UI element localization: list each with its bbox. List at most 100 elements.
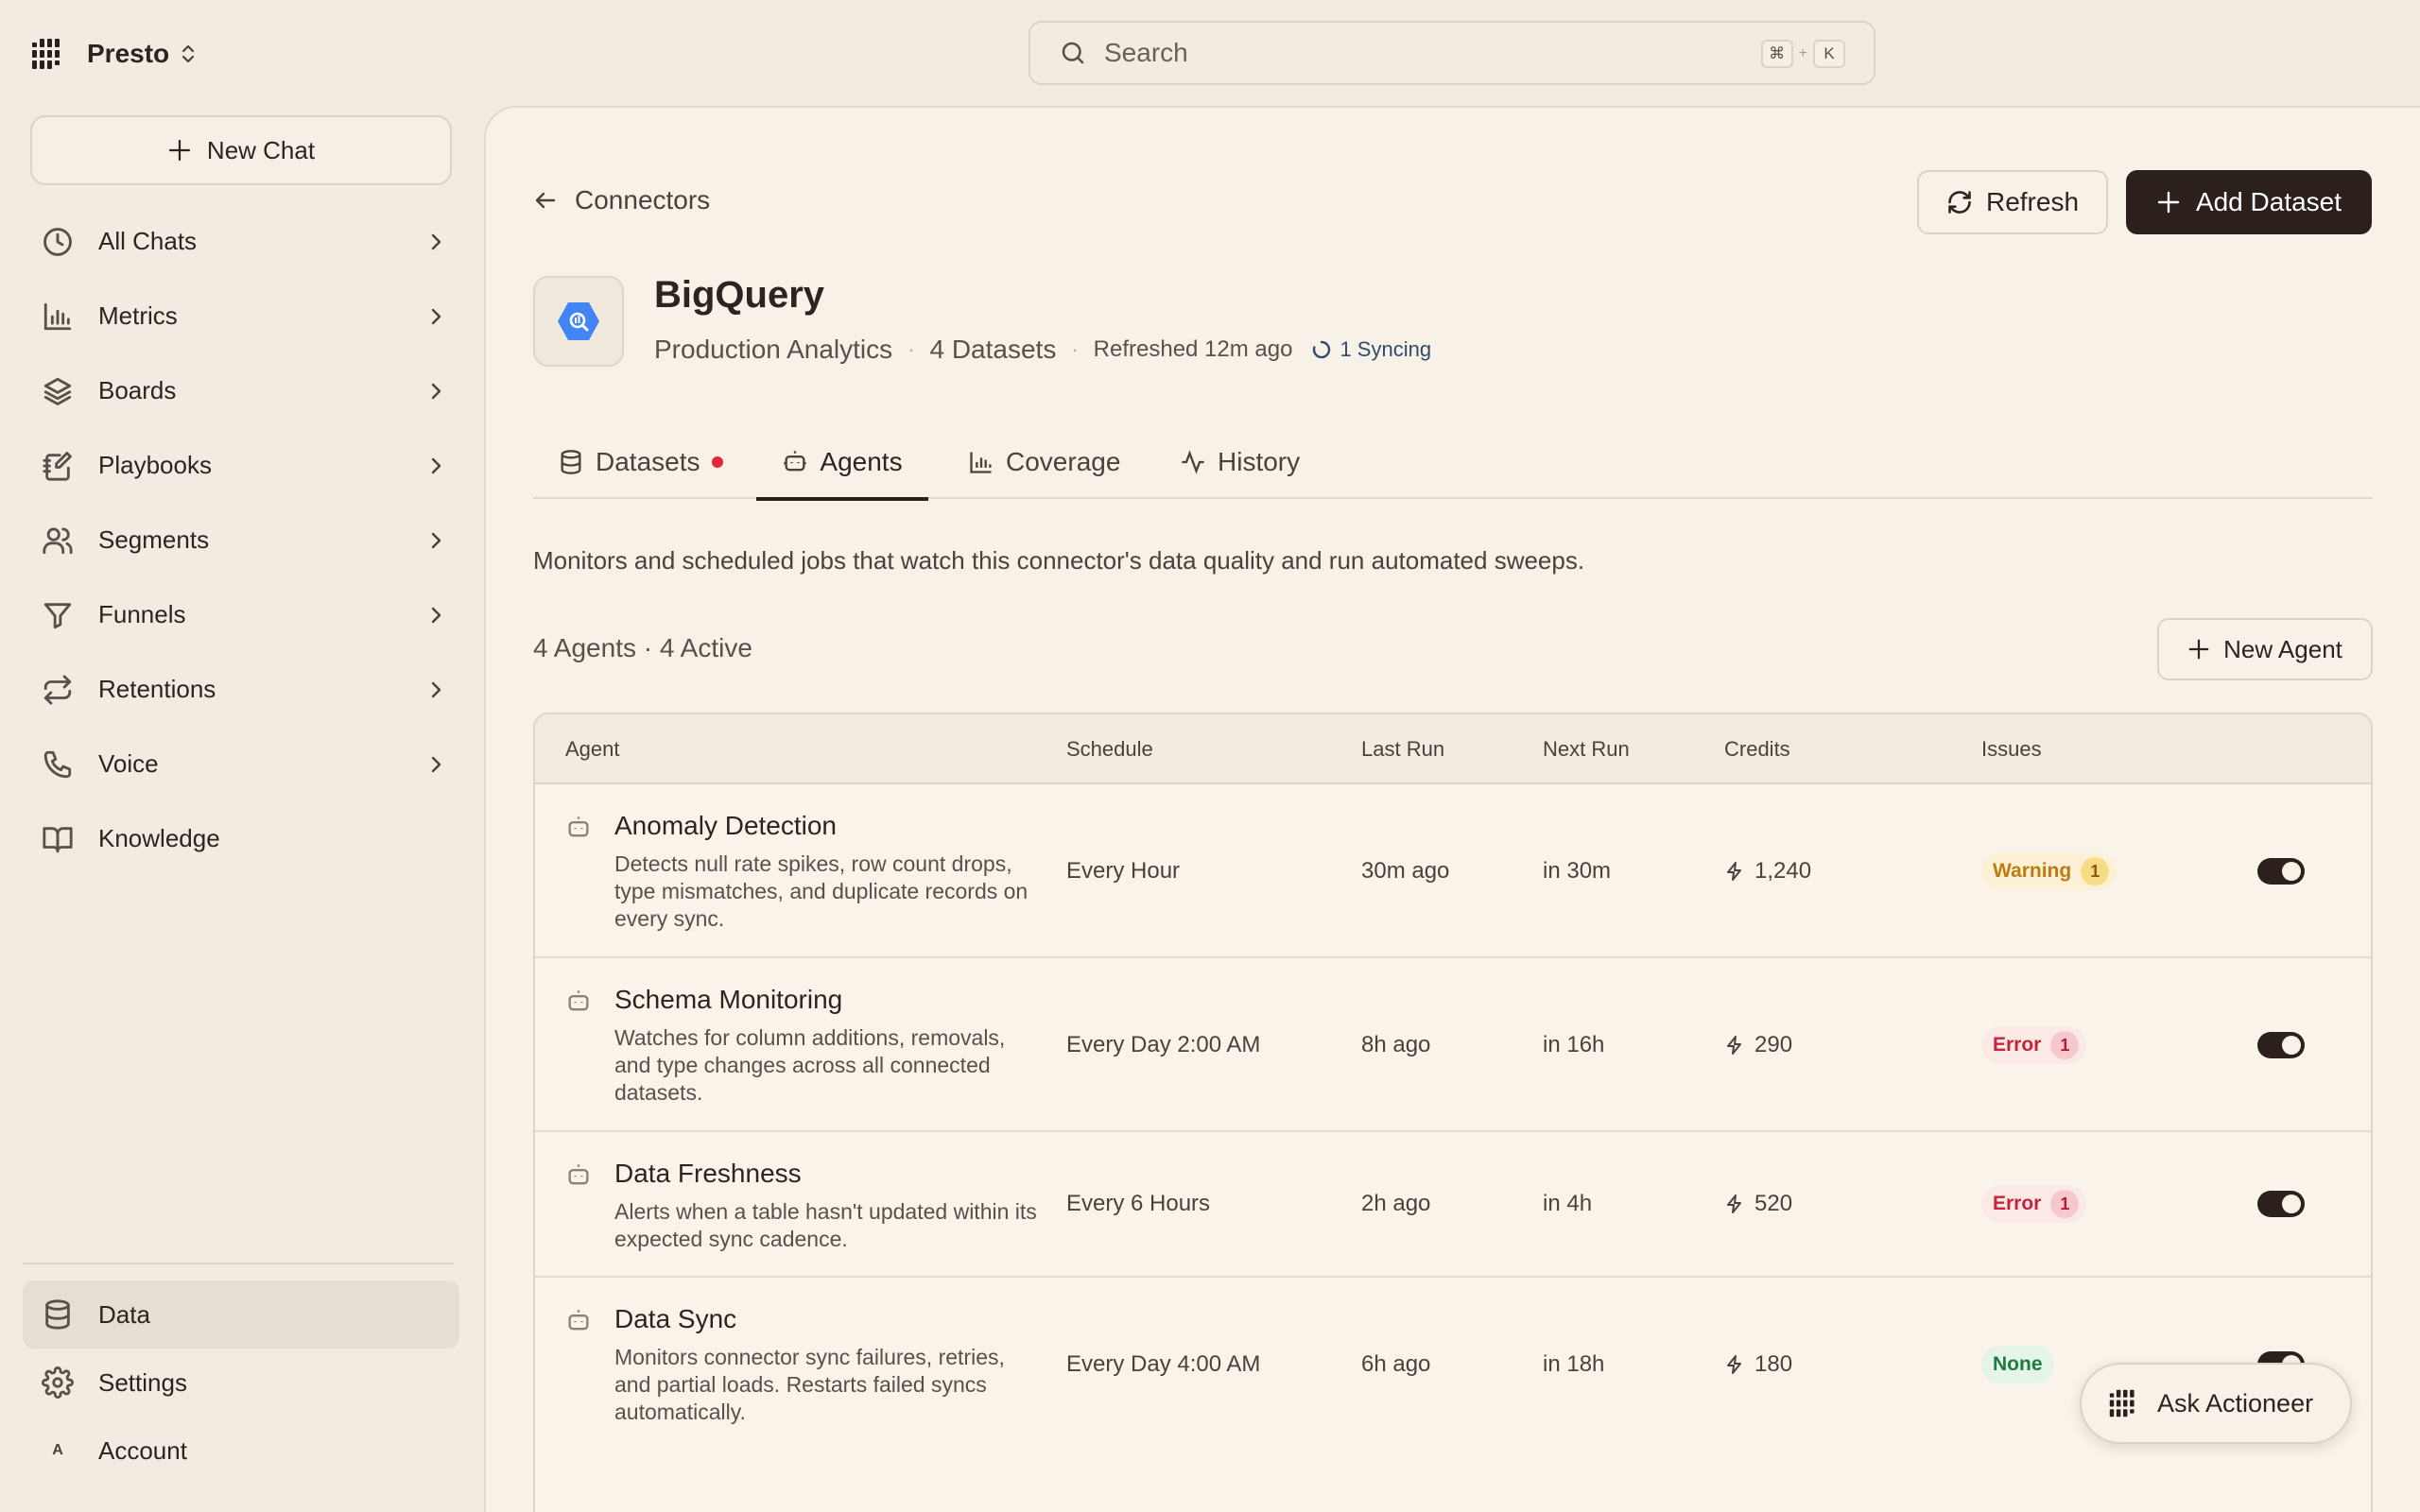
- schedule-cell: Every Day 4:00 AM: [1066, 1351, 1261, 1377]
- sidebar-item-label: Settings: [98, 1367, 187, 1397]
- search-input[interactable]: Search ⌘ + K: [1028, 21, 1876, 85]
- issue-badge[interactable]: Warning 1: [1981, 852, 2118, 890]
- agent-enabled-toggle[interactable]: [2257, 858, 2305, 885]
- next-run-cell: in 30m: [1543, 858, 1612, 884]
- clock-icon: [43, 227, 72, 256]
- table-row[interactable]: Data Freshness Alerts when a table hasn'…: [535, 1132, 2371, 1278]
- last-run-cell: 2h ago: [1361, 1191, 1431, 1216]
- separator-dot: ·: [908, 337, 915, 361]
- connector-meta: Production Analytics · 4 Datasets · Refr…: [654, 335, 1431, 365]
- activity-icon: [1182, 450, 1204, 474]
- agents-count: 4 Agents · 4 Active: [533, 633, 752, 662]
- new-agent-label: New Agent: [2223, 634, 2342, 663]
- agent-name: Data Sync: [614, 1304, 737, 1333]
- bot-icon: [568, 1164, 589, 1185]
- tab-label: Datasets: [596, 447, 700, 476]
- search-placeholder: Search: [1104, 38, 1188, 67]
- sidebar-item-label: Knowledge: [98, 824, 220, 852]
- issue-badge[interactable]: Error 1: [1981, 1026, 2087, 1064]
- tab-datasets[interactable]: Datasets: [558, 425, 723, 499]
- sidebar-item-retentions[interactable]: Retentions: [23, 652, 459, 727]
- next-run-cell: in 4h: [1543, 1191, 1593, 1216]
- agent-description: Monitors connector sync failures, retrie…: [614, 1345, 1005, 1424]
- chevron-right-icon: [431, 607, 441, 623]
- sidebar-item-label: Retentions: [98, 675, 216, 703]
- notification-dot: [711, 456, 723, 468]
- sidebar-item-funnels[interactable]: Funnels: [23, 577, 459, 652]
- agent-name: Schema Monitoring: [614, 985, 843, 1014]
- agent-enabled-toggle[interactable]: [2257, 1032, 2305, 1058]
- chevron-right-icon: [431, 308, 441, 324]
- bigquery-logo: [533, 276, 624, 367]
- sidebar-item-boards[interactable]: Boards: [23, 353, 459, 428]
- sidebar-item-voice[interactable]: Voice: [23, 727, 459, 801]
- next-run-cell: in 16h: [1543, 1032, 1605, 1057]
- ask-actioneer-button[interactable]: Ask Actioneer: [2080, 1363, 2352, 1444]
- add-dataset-button[interactable]: Add Dataset: [2126, 170, 2372, 234]
- agent-enabled-toggle[interactable]: [2257, 1191, 2305, 1217]
- column-header-credits: Credits: [1724, 737, 1790, 761]
- last-run-cell: 30m ago: [1361, 858, 1450, 884]
- tab-label: Coverage: [1006, 447, 1121, 476]
- repeat-icon: [43, 674, 72, 705]
- bot-icon: [568, 990, 589, 1011]
- sidebar-item-playbooks[interactable]: Playbooks: [23, 428, 459, 503]
- gear-icon: [42, 1366, 74, 1399]
- back-to-connectors-link[interactable]: Connectors: [533, 185, 710, 215]
- column-header-last-run: Last Run: [1361, 737, 1445, 761]
- issue-label: Warning: [1993, 860, 2072, 882]
- schedule-cell: Every Day 2:00 AM: [1066, 1032, 1261, 1057]
- layers-icon: [43, 377, 72, 405]
- phone-icon: [43, 750, 72, 778]
- refresh-button[interactable]: Refresh: [1917, 170, 2108, 234]
- bigquery-icon: [558, 302, 599, 340]
- issue-count: 1: [2050, 1031, 2080, 1059]
- tab-history[interactable]: History: [1180, 425, 1300, 499]
- sidebar-item-label: Account: [98, 1435, 187, 1465]
- table-row[interactable]: Schema Monitoring Watches for column add…: [535, 958, 2371, 1132]
- users-icon: [43, 527, 73, 554]
- tab-coverage[interactable]: Coverage: [968, 425, 1120, 499]
- agent-name: Anomaly Detection: [614, 811, 838, 840]
- new-chat-button[interactable]: New Chat: [30, 115, 452, 185]
- sidebar-item-label: Playbooks: [98, 451, 212, 479]
- table-row[interactable]: Anomaly Detection Detects null rate spik…: [535, 784, 2371, 958]
- sidebar: Presto New Chat All Chats Metrics Boards…: [0, 0, 484, 1512]
- lightning-icon: [1727, 862, 1741, 881]
- notebook-pen-icon: [43, 451, 72, 481]
- command-key: ⌘: [1760, 40, 1793, 68]
- book-open-icon: [43, 826, 73, 852]
- database-icon: [561, 450, 581, 474]
- lightning-icon: [1727, 1194, 1741, 1213]
- credits-value: 1,240: [1754, 858, 1812, 884]
- sidebar-item-settings[interactable]: Settings: [23, 1349, 459, 1417]
- issue-badge[interactable]: Error 1: [1981, 1185, 2087, 1223]
- agent-name: Data Freshness: [614, 1159, 802, 1188]
- sidebar-item-knowledge[interactable]: Knowledge: [23, 801, 459, 876]
- bar-chart-icon: [43, 302, 72, 330]
- sidebar-item-data[interactable]: Data: [23, 1280, 459, 1349]
- sidebar-item-segments[interactable]: Segments: [23, 503, 459, 577]
- tab-agents[interactable]: Agents: [756, 425, 928, 501]
- credits-cell: 520: [1724, 1191, 1792, 1217]
- issue-badge[interactable]: None: [1981, 1346, 2054, 1383]
- refreshed-time: Refreshed 12m ago: [1093, 336, 1293, 362]
- arrow-left-icon: [535, 192, 556, 209]
- new-agent-button[interactable]: New Agent: [2157, 618, 2373, 680]
- sidebar-item-label: Metrics: [98, 301, 178, 330]
- chevrons-up-down-icon: [182, 44, 195, 63]
- sidebar-item-label: Voice: [98, 749, 159, 778]
- back-label: Connectors: [575, 185, 711, 215]
- tab-label: History: [1218, 447, 1301, 476]
- connector-tabs: Datasets Agents Coverage History: [533, 425, 2373, 501]
- schedule-cell: Every 6 Hours: [1066, 1191, 1211, 1216]
- next-run-cell: in 18h: [1543, 1351, 1605, 1377]
- schedule-cell: Every Hour: [1066, 858, 1181, 884]
- sidebar-item-account[interactable]: A Account: [23, 1417, 459, 1485]
- plus-icon: [2188, 639, 2209, 660]
- sidebar-item-metrics[interactable]: Metrics: [23, 279, 459, 353]
- separator-dot: ·: [1071, 337, 1079, 361]
- sidebar-item-label: Boards: [98, 376, 177, 404]
- sidebar-item-all-chats[interactable]: All Chats: [23, 204, 459, 279]
- workspace-switcher[interactable]: Presto: [30, 32, 198, 76]
